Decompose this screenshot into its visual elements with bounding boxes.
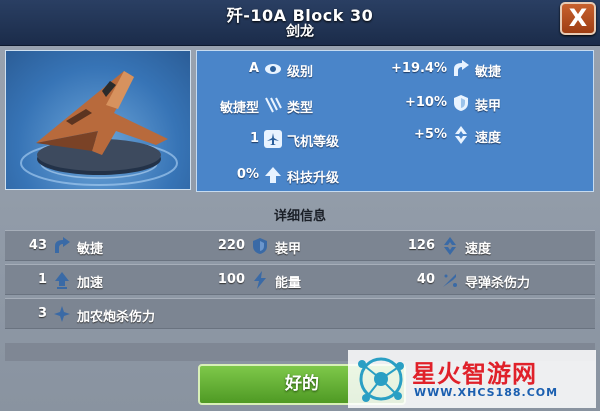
plane-level-label: 飞机等级 — [287, 135, 340, 150]
agility-value: 43 — [28, 238, 47, 253]
details-row: 3 加农炮杀伤力 — [5, 298, 595, 329]
agility-label: 敏捷 — [77, 242, 104, 257]
close-button[interactable]: X — [560, 2, 596, 35]
upgrade-arrow-icon — [265, 167, 281, 183]
aircraft-nickname: 剑龙 — [286, 24, 314, 40]
armor-label: 装甲 — [275, 242, 302, 257]
summary-stats-panel: A 级别 敏捷型 类型 1 飞机等级 0% 科技升级 +19.4% 敏捷 +10… — [196, 50, 594, 192]
plane-icon — [264, 130, 282, 148]
grade-label: 级别 — [287, 65, 314, 80]
grade-value: A — [248, 61, 259, 76]
speed-value: 126 — [407, 238, 435, 253]
cannon-damage-label: 加农炮杀伤力 — [77, 310, 156, 325]
armor-value: 220 — [217, 238, 245, 253]
shield-icon — [253, 238, 267, 254]
aircraft-info-dialog: 歼-10A Block 30 剑龙 X A 级别 敏捷型 类型 1 飞机等级 0… — [0, 0, 600, 411]
agility-icon — [454, 60, 469, 76]
type-label: 类型 — [287, 101, 314, 116]
watermark-url: WWW.XHCS188.COM — [414, 386, 559, 399]
aircraft-preview — [5, 50, 191, 190]
speed-icon — [455, 126, 467, 144]
agility-icon — [55, 237, 70, 253]
watermark: 星火智游网 WWW.XHCS188.COM — [348, 350, 596, 408]
details-title: 详细信息 — [273, 209, 326, 224]
armor-bonus-value: +10% — [404, 95, 447, 110]
plane-level-value: 1 — [249, 131, 259, 146]
title-bar: 歼-10A Block 30 剑龙 — [0, 0, 600, 46]
speed-label: 速度 — [465, 242, 492, 257]
fighter-jet-image — [20, 71, 178, 186]
acceleration-value: 1 — [37, 272, 47, 287]
watermark-text: 星火智游网 — [412, 360, 537, 388]
speed-bonus-value: +5% — [414, 127, 447, 142]
shield-icon — [454, 95, 468, 111]
tech-upgrade-label: 科技升级 — [287, 171, 340, 186]
acceleration-icon — [55, 272, 69, 289]
agility-bonus-label: 敏捷 — [475, 65, 502, 80]
type-value: 敏捷型 — [219, 101, 259, 116]
claw-icon — [265, 97, 282, 113]
energy-value: 100 — [217, 272, 245, 287]
lightning-icon — [254, 271, 266, 289]
armor-bonus-label: 装甲 — [475, 99, 502, 114]
cannon-icon — [54, 306, 70, 322]
cannon-damage-value: 3 — [37, 306, 47, 321]
missile-damage-value: 40 — [416, 272, 435, 287]
speed-bonus-label: 速度 — [475, 131, 502, 146]
missile-damage-label: 导弹杀伤力 — [465, 276, 531, 291]
tech-upgrade-value: 0% — [236, 167, 259, 182]
speed-icon — [444, 237, 456, 255]
energy-label: 能量 — [275, 276, 302, 291]
agility-bonus-value: +19.4% — [391, 61, 447, 76]
acceleration-label: 加速 — [77, 276, 104, 291]
details-row: 1 加速 100 能量 40 导弹杀伤力 — [5, 264, 595, 295]
missile-icon — [443, 274, 457, 287]
details-row: 43 敏捷 220 装甲 126 速度 — [5, 230, 595, 261]
watermark-logo-icon — [358, 357, 404, 402]
eye-icon — [265, 64, 281, 74]
